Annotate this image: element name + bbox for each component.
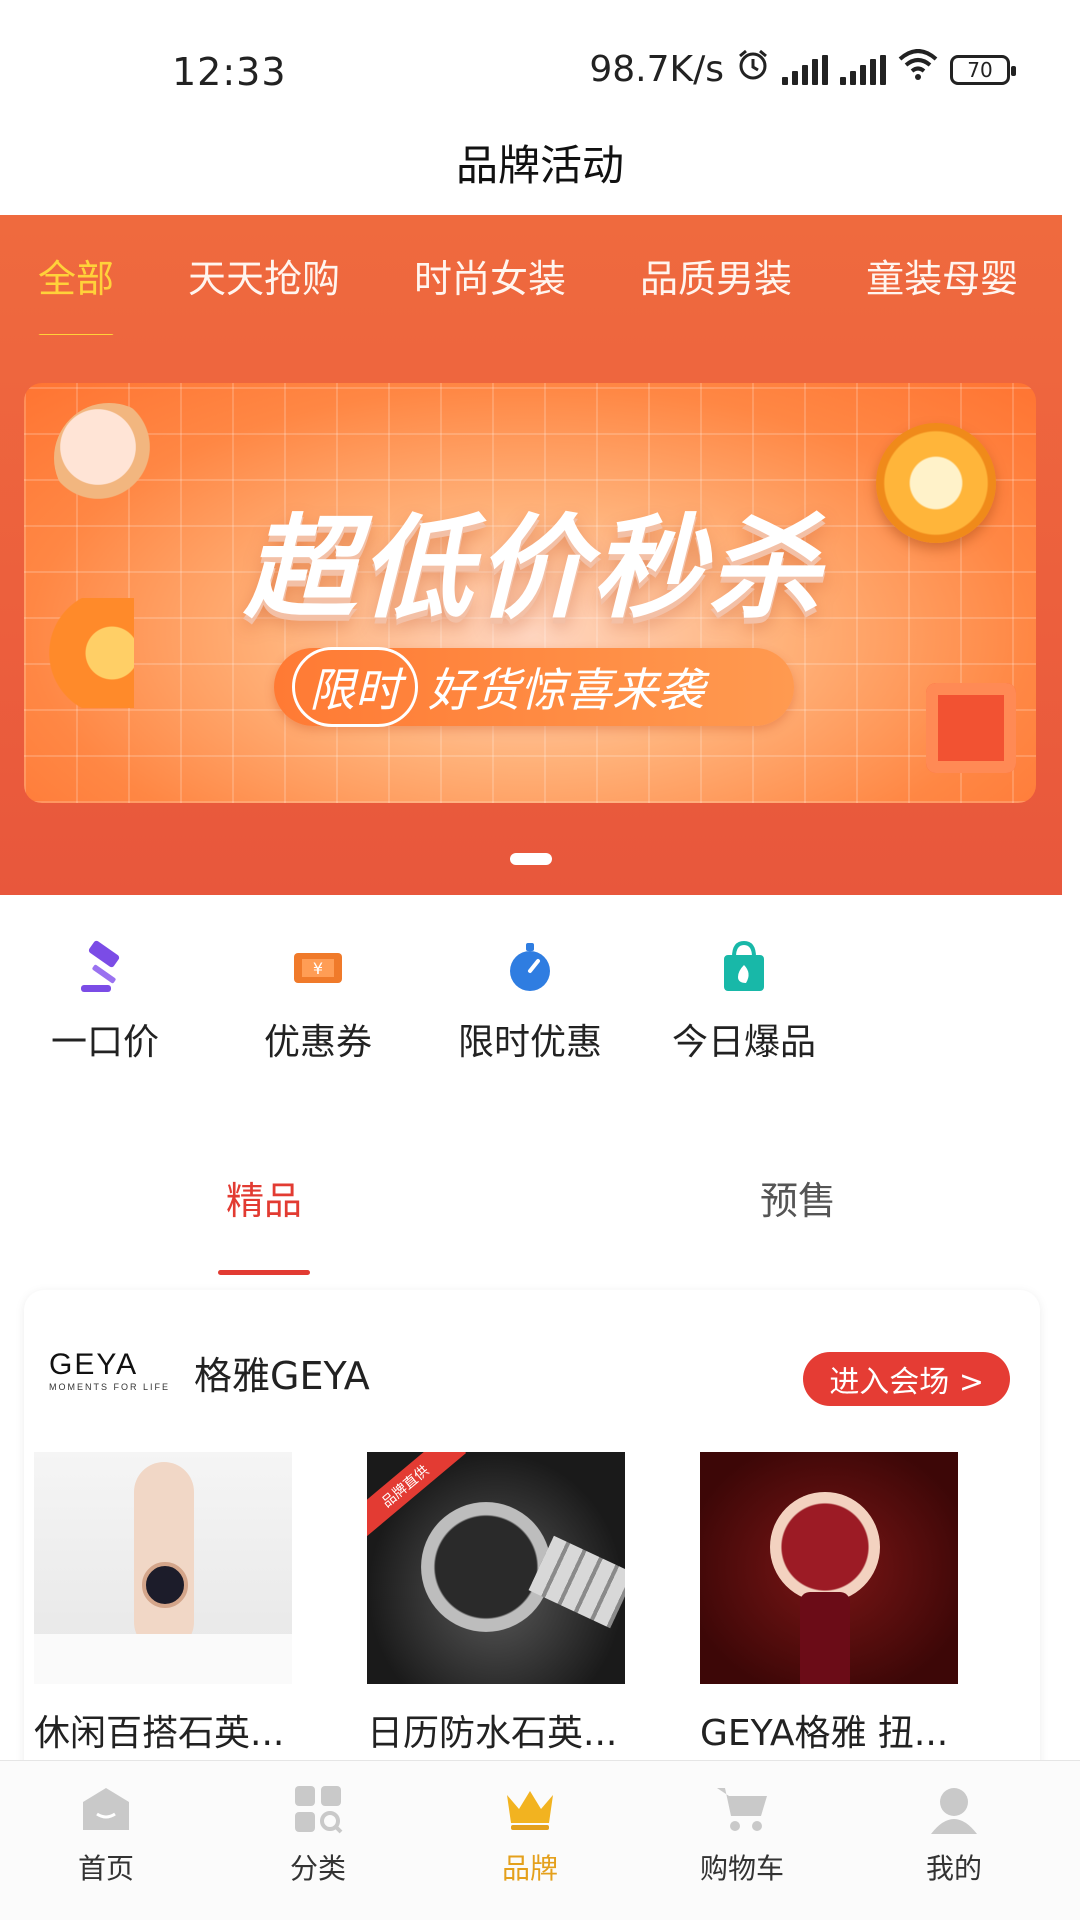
signal-icon bbox=[782, 54, 828, 85]
tab-daily-deals[interactable]: 天天抢购 bbox=[188, 248, 340, 303]
brand-name: 格雅GEYA bbox=[194, 1354, 370, 1398]
wifi-icon bbox=[898, 49, 938, 90]
tab-all[interactable]: 全部 bbox=[38, 248, 115, 335]
banner-subline: 限时 好货惊喜来袭 bbox=[274, 647, 794, 727]
category-icon bbox=[290, 1781, 346, 1837]
watch-strap-decoration bbox=[800, 1592, 850, 1684]
home-icon bbox=[78, 1781, 134, 1837]
tab-kids-baby[interactable]: 童装母婴 bbox=[866, 248, 1018, 303]
wrist-decoration bbox=[134, 1462, 194, 1652]
alarm-icon bbox=[736, 48, 770, 91]
sleeve-decoration bbox=[34, 1634, 292, 1684]
product-item[interactable]: 休闲百搭石英... bbox=[34, 1452, 292, 1756]
product-title: GEYA格雅 扭... bbox=[700, 1713, 949, 1754]
promo-banner[interactable]: 超低价秒杀 限时 好货惊喜来袭 bbox=[24, 383, 1036, 803]
hot-bag-icon bbox=[712, 935, 776, 999]
watch-decoration bbox=[421, 1502, 551, 1632]
quick-links: 一口价 ¥ 优惠券 限时优惠 今日爆品 bbox=[0, 935, 1080, 1075]
tab-mens-wear[interactable]: 品质男装 bbox=[640, 248, 792, 303]
product-sub-tabs: 精品 预售 bbox=[0, 1160, 1080, 1275]
nav-label: 购物车 bbox=[699, 1852, 784, 1885]
page-title: 品牌活动 bbox=[455, 141, 624, 190]
megaphone-decoration bbox=[24, 598, 134, 708]
gift-box-decoration bbox=[926, 683, 1016, 773]
brand-logo: GEYA MOMENTS FOR LIFE bbox=[49, 1348, 189, 1392]
status-time: 12:33 bbox=[172, 50, 287, 94]
quick-link-label: 一口价 bbox=[50, 1022, 159, 1063]
gavel-icon bbox=[73, 935, 137, 999]
nav-label: 分类 bbox=[289, 1852, 346, 1885]
nav-label: 我的 bbox=[925, 1852, 982, 1885]
enter-venue-button[interactable]: 进入会场 > bbox=[803, 1352, 1010, 1406]
page-header: 品牌活动 bbox=[0, 110, 1080, 215]
status-bar: 12:33 98.7K/s 70 bbox=[0, 0, 1080, 110]
product-image: 品牌直供 bbox=[367, 1452, 625, 1684]
nav-category[interactable]: 分类 bbox=[238, 1781, 398, 1887]
carousel-indicator bbox=[0, 853, 1062, 865]
brand-card: GEYA MOMENTS FOR LIFE 格雅GEYA 进入会场 > 休闲百搭… bbox=[24, 1290, 1040, 1810]
product-title: 休闲百搭石英... bbox=[34, 1713, 285, 1754]
product-item[interactable]: 品牌直供 日历防水石英... bbox=[367, 1452, 625, 1756]
tab-featured[interactable]: 精品 bbox=[217, 1170, 311, 1275]
status-icons: 98.7K/s 70 bbox=[589, 48, 1016, 91]
quick-link-fixed-price[interactable]: 一口价 bbox=[5, 935, 205, 1065]
crown-icon bbox=[502, 1781, 558, 1837]
nav-profile[interactable]: 我的 bbox=[874, 1781, 1034, 1887]
product-image bbox=[34, 1452, 292, 1684]
nav-home[interactable]: 首页 bbox=[26, 1781, 186, 1887]
quick-link-coupons[interactable]: ¥ 优惠券 bbox=[218, 935, 418, 1065]
coupon-icon: ¥ bbox=[286, 935, 350, 999]
profile-icon bbox=[926, 1781, 982, 1837]
quick-link-limited-offer[interactable]: 限时优惠 bbox=[430, 935, 630, 1065]
brand-logo-tagline: MOMENTS FOR LIFE bbox=[49, 1382, 171, 1392]
battery-icon: 70 bbox=[950, 54, 1016, 85]
product-title: 日历防水石英... bbox=[367, 1713, 618, 1754]
nav-brand[interactable]: 品牌 bbox=[450, 1781, 610, 1887]
bottom-navigation: 首页 分类 品牌 购物车 我的 bbox=[0, 1760, 1080, 1920]
banner-headline: 超低价秒杀 bbox=[244, 504, 824, 634]
nav-label: 品牌 bbox=[501, 1852, 558, 1885]
svg-text:¥: ¥ bbox=[313, 959, 323, 978]
hero-section: 全部 天天抢购 时尚女装 品质男装 童装母婴 超低价秒杀 限时 好货惊喜来袭 bbox=[0, 215, 1062, 895]
brand-logo-text: GEYA bbox=[49, 1348, 139, 1381]
carousel-dot-active bbox=[510, 853, 552, 865]
product-image bbox=[700, 1452, 958, 1684]
nav-label: 首页 bbox=[77, 1852, 134, 1885]
nav-cart[interactable]: 购物车 bbox=[662, 1781, 822, 1887]
watch-decoration bbox=[142, 1562, 188, 1608]
network-speed: 98.7K/s bbox=[589, 49, 724, 90]
banner-tag: 限时 bbox=[292, 647, 418, 727]
signal-icon-2 bbox=[840, 54, 886, 85]
quick-link-label: 限时优惠 bbox=[457, 1022, 602, 1063]
quick-link-label: 优惠券 bbox=[263, 1022, 372, 1063]
category-tabs: 全部 天天抢购 时尚女装 品质男装 童装母婴 bbox=[0, 215, 1062, 335]
tab-presale[interactable]: 预售 bbox=[760, 1170, 836, 1225]
stopwatch-icon bbox=[498, 935, 562, 999]
banner-subline-text: 好货惊喜来袭 bbox=[428, 663, 704, 717]
tab-womens-fashion[interactable]: 时尚女装 bbox=[414, 248, 566, 303]
quick-link-hot-today[interactable]: 今日爆品 bbox=[644, 935, 844, 1065]
watch-decoration bbox=[770, 1492, 880, 1602]
product-item[interactable]: GEYA格雅 扭... bbox=[700, 1452, 958, 1756]
cart-icon bbox=[714, 1781, 770, 1837]
quick-link-label: 今日爆品 bbox=[671, 1022, 816, 1063]
